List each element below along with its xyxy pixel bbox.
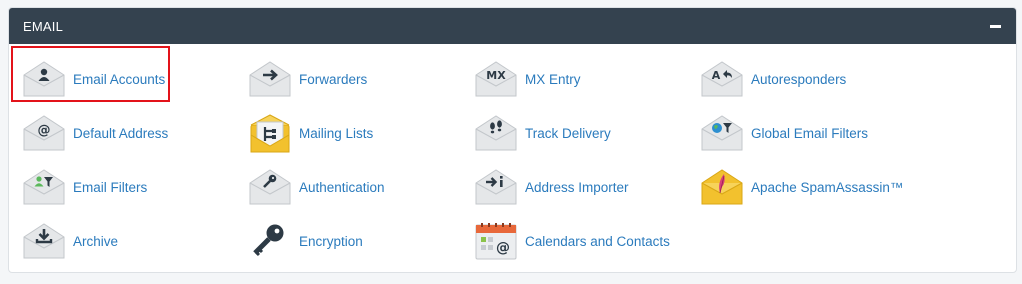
email-filters-link[interactable]: Email Filters [21, 160, 247, 214]
download-envelope-icon [21, 221, 67, 261]
footprints-envelope-icon [473, 113, 519, 153]
address-importer-link[interactable]: Address Importer [473, 160, 699, 214]
item-label: Forwarders [299, 71, 368, 87]
item-label: Track Delivery [525, 125, 611, 141]
item-label: Encryption [299, 233, 363, 249]
reply-envelope-icon: A [699, 59, 745, 99]
feather-envelope-icon [699, 167, 745, 207]
calendar-icon: @ [473, 221, 519, 261]
item-label: Email Filters [73, 179, 148, 195]
mx-envelope-icon: MX [473, 59, 519, 99]
import-envelope-icon [473, 167, 519, 207]
item-label: Calendars and Contacts [525, 233, 670, 249]
user-envelope-icon [21, 59, 67, 99]
svg-text:@: @ [496, 240, 510, 256]
item-label: Autoresponders [751, 71, 847, 87]
item-label: Apache SpamAssassin™ [751, 179, 904, 195]
item-label: Email Accounts [73, 71, 166, 87]
mx-entry-link[interactable]: MX MX Entry [473, 52, 699, 106]
email-accounts-link[interactable]: Email Accounts [21, 52, 247, 106]
section-title: EMAIL [23, 18, 64, 34]
authentication-link[interactable]: Authentication [247, 160, 473, 214]
globe-filter-envelope-icon [699, 113, 745, 153]
mailing-list-envelope-icon [247, 113, 293, 153]
arrow-right-envelope-icon [247, 59, 293, 99]
key-icon [247, 221, 293, 261]
track-delivery-link[interactable]: Track Delivery [473, 106, 699, 160]
email-section-panel: EMAIL Email Accounts Forwarders MX MX En… [8, 7, 1017, 273]
item-label: Default Address [73, 125, 169, 141]
at-envelope-icon: @ [21, 113, 67, 153]
email-tools-grid: Email Accounts Forwarders MX MX Entry A … [9, 44, 1016, 268]
key-envelope-icon [247, 167, 293, 207]
email-section-header[interactable]: EMAIL [9, 8, 1016, 44]
item-label: Address Importer [525, 179, 629, 195]
item-label: Mailing Lists [299, 125, 374, 141]
svg-text:A: A [712, 69, 721, 82]
calendars-and-contacts-link[interactable]: @ Calendars and Contacts [473, 214, 699, 268]
mailing-lists-link[interactable]: Mailing Lists [247, 106, 473, 160]
encryption-link[interactable]: Encryption [247, 214, 473, 268]
forwarders-link[interactable]: Forwarders [247, 52, 473, 106]
item-label: Global Email Filters [751, 125, 869, 141]
svg-text:@: @ [38, 123, 51, 138]
default-address-link[interactable]: @ Default Address [21, 106, 247, 160]
global-email-filters-link[interactable]: Global Email Filters [699, 106, 925, 160]
item-label: Archive [73, 233, 119, 249]
archive-link[interactable]: Archive [21, 214, 247, 268]
item-label: Authentication [299, 179, 385, 195]
svg-text:MX: MX [486, 69, 506, 82]
autoresponders-link[interactable]: A Autoresponders [699, 52, 925, 106]
filter-envelope-icon [21, 167, 67, 207]
apache-spamassassin-link[interactable]: Apache SpamAssassin™ [699, 160, 925, 214]
minus-icon[interactable] [990, 20, 1002, 32]
item-label: MX Entry [525, 71, 581, 87]
